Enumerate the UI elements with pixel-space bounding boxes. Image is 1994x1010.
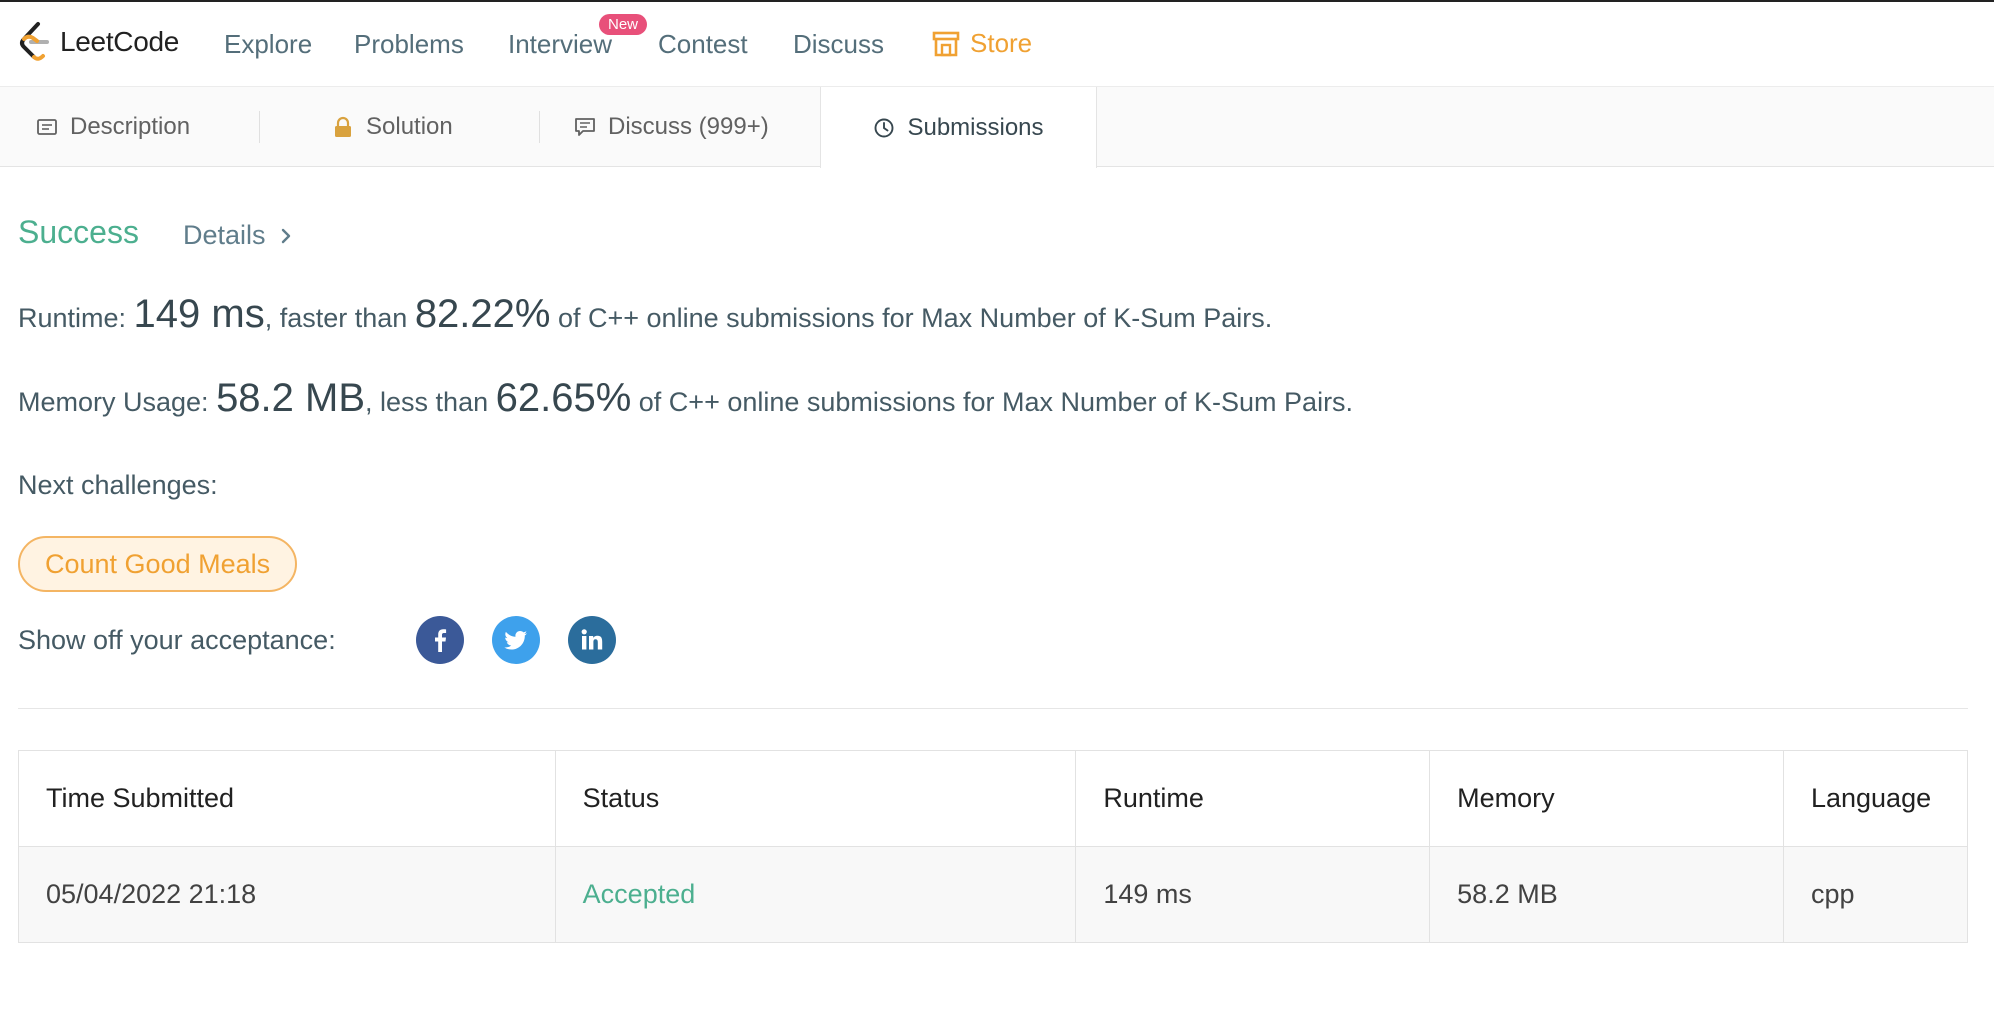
runtime-stat: Runtime: 149 ms, faster than 82.22% of C…	[18, 292, 1272, 337]
share-label: Show off your acceptance:	[18, 625, 336, 655]
header-status: Status	[554, 750, 1077, 847]
description-icon	[37, 119, 57, 135]
cell-time-submitted: 05/04/2022 21:18	[18, 846, 556, 943]
memory-prefix: Memory Usage:	[18, 387, 217, 417]
nav-store-label: Store	[970, 28, 1033, 58]
runtime-suffix: of C++ online submissions for Max Number…	[550, 303, 1273, 333]
tab-description[interactable]: Description	[36, 87, 190, 167]
header-time-submitted: Time Submitted	[18, 750, 556, 847]
nav-store[interactable]: Store	[932, 28, 1032, 59]
linkedin-icon	[581, 629, 603, 650]
challenge-count-good-meals[interactable]: Count Good Meals	[18, 536, 298, 592]
cell-language: cpp	[1782, 846, 1969, 943]
submissions-table: Time Submitted Status Runtime Memory Lan…	[18, 750, 1969, 943]
twitter-icon	[504, 631, 527, 650]
memory-suffix: of C++ online submissions for Max Number…	[631, 387, 1354, 417]
status-success: Success	[18, 214, 139, 250]
details-link[interactable]: Details	[183, 220, 292, 251]
runtime-percent: 82.22%	[414, 292, 551, 336]
clock-icon	[875, 118, 894, 137]
table-row: 05/04/2022 21:18 Accepted 149 ms 58.2 MB…	[18, 846, 1969, 943]
header-memory: Memory	[1429, 750, 1784, 847]
nav-discuss[interactable]: Discuss	[793, 29, 884, 60]
lock-icon	[335, 116, 351, 137]
facebook-share-button[interactable]	[416, 616, 464, 664]
runtime-prefix: Runtime:	[18, 303, 134, 333]
details-label: Details	[183, 220, 266, 250]
tab-submissions-label: Submissions	[907, 113, 1044, 141]
store-icon	[932, 31, 960, 56]
tab-discuss-label: Discuss (999+)	[608, 113, 769, 140]
nav-explore[interactable]: Explore	[224, 29, 312, 60]
nav-interview[interactable]: Interview	[508, 29, 612, 60]
chevron-right-icon	[281, 228, 290, 243]
tab-divider	[259, 111, 260, 143]
nav-problems[interactable]: Problems	[354, 29, 464, 60]
memory-percent: 62.65%	[495, 376, 632, 420]
tab-divider	[539, 111, 540, 143]
twitter-share-button[interactable]	[492, 616, 540, 664]
table-header-row: Time Submitted Status Runtime Memory Lan…	[18, 750, 1969, 847]
tab-solution-label: Solution	[366, 113, 453, 140]
linkedin-share-button[interactable]	[568, 616, 616, 664]
nav-contest[interactable]: Contest	[658, 29, 748, 60]
logo-text: LeetCode	[60, 26, 180, 57]
comment-icon	[575, 118, 595, 136]
memory-value: 58.2 MB	[216, 376, 366, 420]
tab-description-label: Description	[70, 113, 191, 140]
tab-submissions[interactable]: Submissions	[820, 87, 1097, 168]
tab-discuss[interactable]: Discuss (999+)	[574, 87, 769, 167]
cell-runtime: 149 ms	[1075, 846, 1431, 943]
header-language: Language	[1782, 750, 1969, 847]
runtime-value: 149 ms	[133, 292, 265, 336]
header-runtime: Runtime	[1075, 750, 1431, 847]
memory-middle: , less than	[365, 387, 496, 417]
cell-memory: 58.2 MB	[1429, 846, 1784, 943]
new-badge: New	[599, 14, 648, 35]
logo[interactable]: LeetCode	[16, 20, 179, 64]
tab-bar: Description Solution Discuss (999+) Subm…	[0, 87, 1994, 168]
next-challenges-label: Next challenges:	[18, 470, 218, 500]
section-divider	[18, 708, 1968, 709]
runtime-middle: , faster than	[264, 303, 415, 333]
tab-solution[interactable]: Solution	[332, 87, 453, 167]
cell-status-link[interactable]: Accepted	[554, 846, 1077, 943]
facebook-icon	[435, 629, 447, 652]
leetcode-logo-icon	[20, 22, 49, 61]
top-nav: LeetCode Explore Problems Interview New …	[0, 0, 1994, 87]
memory-stat: Memory Usage: 58.2 MB, less than 62.65% …	[18, 376, 1353, 421]
